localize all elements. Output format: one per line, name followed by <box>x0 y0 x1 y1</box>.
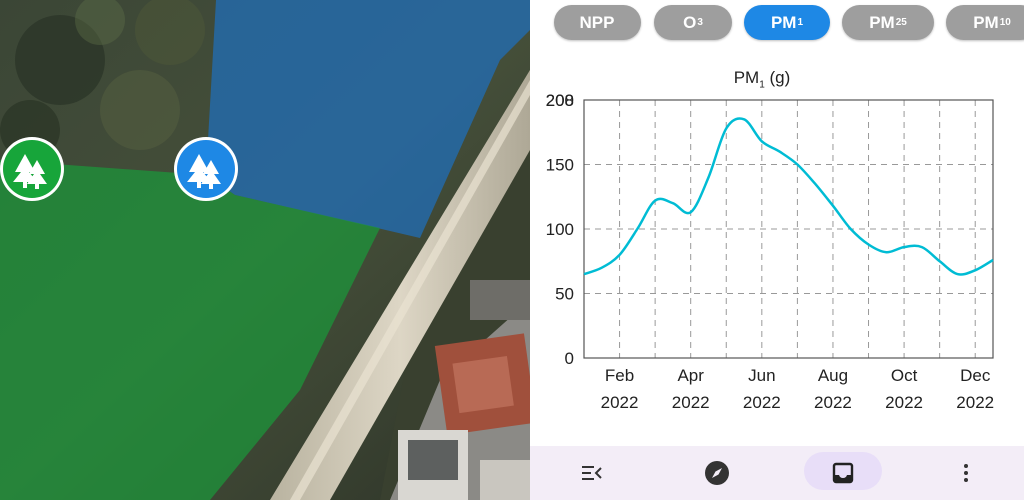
tab-pm25[interactable]: PM 25 <box>842 5 934 40</box>
bottom-navigation <box>530 446 1024 500</box>
list-collapse-icon <box>582 466 602 480</box>
x-tick-label-month: Dec <box>960 366 991 385</box>
tab-o3[interactable]: O3 <box>654 5 732 40</box>
nav-item-more[interactable] <box>936 446 996 500</box>
inbox-icon <box>832 462 854 484</box>
x-tick-label-month: Apr <box>677 366 704 385</box>
tab-pm1[interactable]: PM 1 <box>744 5 830 40</box>
y-tick-label: 0 <box>565 349 574 368</box>
tab-pm10[interactable]: PM 10 <box>946 5 1024 40</box>
map-view[interactable] <box>0 0 530 500</box>
tree-icon <box>187 154 221 189</box>
x-tick-label-year: 2022 <box>601 393 639 412</box>
forest-marker-green[interactable] <box>0 137 64 201</box>
y-tick-label: 100 <box>546 220 574 239</box>
data-panel: NPP O3 PM 1 PM 25 PM 10 PM1 (g) 0 50 100 150 20… <box>530 0 1024 500</box>
x-tick-label-month: Jun <box>748 366 775 385</box>
pm1-line-chart: 050100150200208Feb2022Apr2022Jun2022Aug2… <box>546 91 995 412</box>
tree-icon <box>13 154 47 189</box>
x-tick-label-month: Aug <box>818 366 848 385</box>
y-tick-label: 208 <box>546 91 574 110</box>
y-tick-label: 50 <box>555 285 574 304</box>
series-line-pm1 <box>583 117 994 276</box>
nav-item-layers[interactable] <box>562 446 622 500</box>
more-vert-icon <box>964 464 968 482</box>
forest-marker-blue[interactable] <box>174 137 238 201</box>
x-tick-label-year: 2022 <box>672 393 710 412</box>
compass-icon <box>705 461 729 485</box>
satellite-imagery <box>0 0 530 500</box>
chart-title: PM1 (g) <box>733 68 791 91</box>
x-tick-label-year: 2022 <box>885 393 923 412</box>
nav-item-inbox[interactable] <box>813 446 873 500</box>
x-tick-label-year: 2022 <box>956 393 994 412</box>
tab-npp[interactable]: NPP <box>554 5 641 40</box>
y-tick-label: 150 <box>546 156 574 175</box>
x-tick-label-year: 2022 <box>743 393 781 412</box>
x-tick-label-month: Feb <box>605 366 634 385</box>
plot-frame <box>583 99 994 359</box>
x-tick-label-year: 2022 <box>814 393 852 412</box>
nav-item-explore[interactable] <box>687 446 747 500</box>
x-tick-label-month: Oct <box>891 366 918 385</box>
